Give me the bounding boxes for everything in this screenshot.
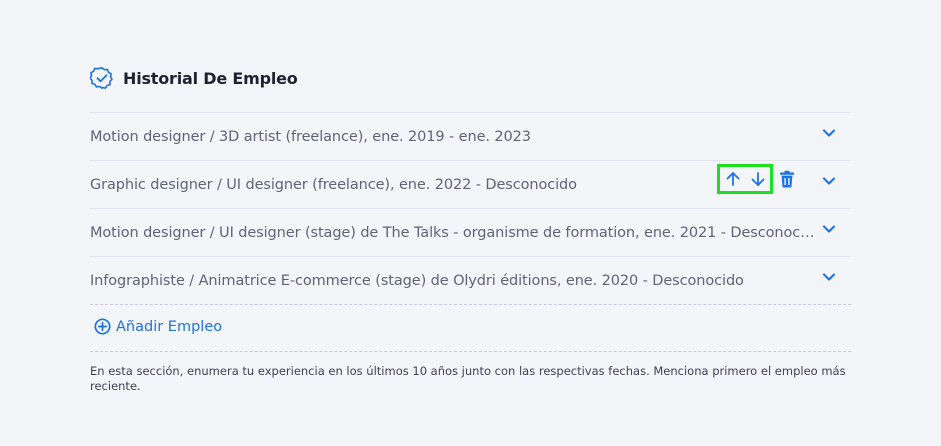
plus-circle-icon [94, 318, 111, 335]
arrow-down-icon[interactable] [749, 170, 767, 188]
employment-row-label: Motion designer / UI designer (stage) de… [90, 224, 816, 241]
employment-row-label: Graphic designer / UI designer (freelanc… [90, 176, 577, 193]
chevron-down-icon[interactable] [821, 221, 837, 237]
arrow-up-icon[interactable] [724, 170, 742, 188]
trash-icon[interactable] [779, 170, 795, 188]
row-actions [717, 164, 795, 194]
employment-row-label: Infographiste / Animatrice E-commerce (s… [90, 272, 744, 289]
employment-list: Motion designer / 3D artist (freelance),… [90, 112, 851, 305]
employment-row[interactable]: Motion designer / UI designer (stage) de… [90, 209, 851, 257]
section-title: Historial De Empleo [123, 68, 298, 88]
employment-row[interactable]: Motion designer / 3D artist (freelance),… [90, 113, 851, 161]
employment-row[interactable]: Graphic designer / UI designer (freelanc… [90, 161, 851, 209]
chevron-down-icon[interactable] [821, 173, 837, 189]
add-employment-button[interactable]: Añadir Empleo [94, 318, 222, 335]
employment-row[interactable]: Infographiste / Animatrice E-commerce (s… [90, 257, 851, 305]
reorder-controls [717, 164, 773, 194]
section-header: Historial De Empleo [89, 66, 298, 90]
verified-badge-icon [89, 66, 114, 90]
section-help-text: En esta sección, enumera tu experiencia … [90, 364, 846, 393]
chevron-down-icon[interactable] [821, 269, 837, 285]
divider [90, 351, 851, 352]
chevron-down-icon[interactable] [821, 125, 837, 141]
employment-row-label: Motion designer / 3D artist (freelance),… [90, 128, 531, 145]
add-employment-label: Añadir Empleo [116, 318, 223, 335]
